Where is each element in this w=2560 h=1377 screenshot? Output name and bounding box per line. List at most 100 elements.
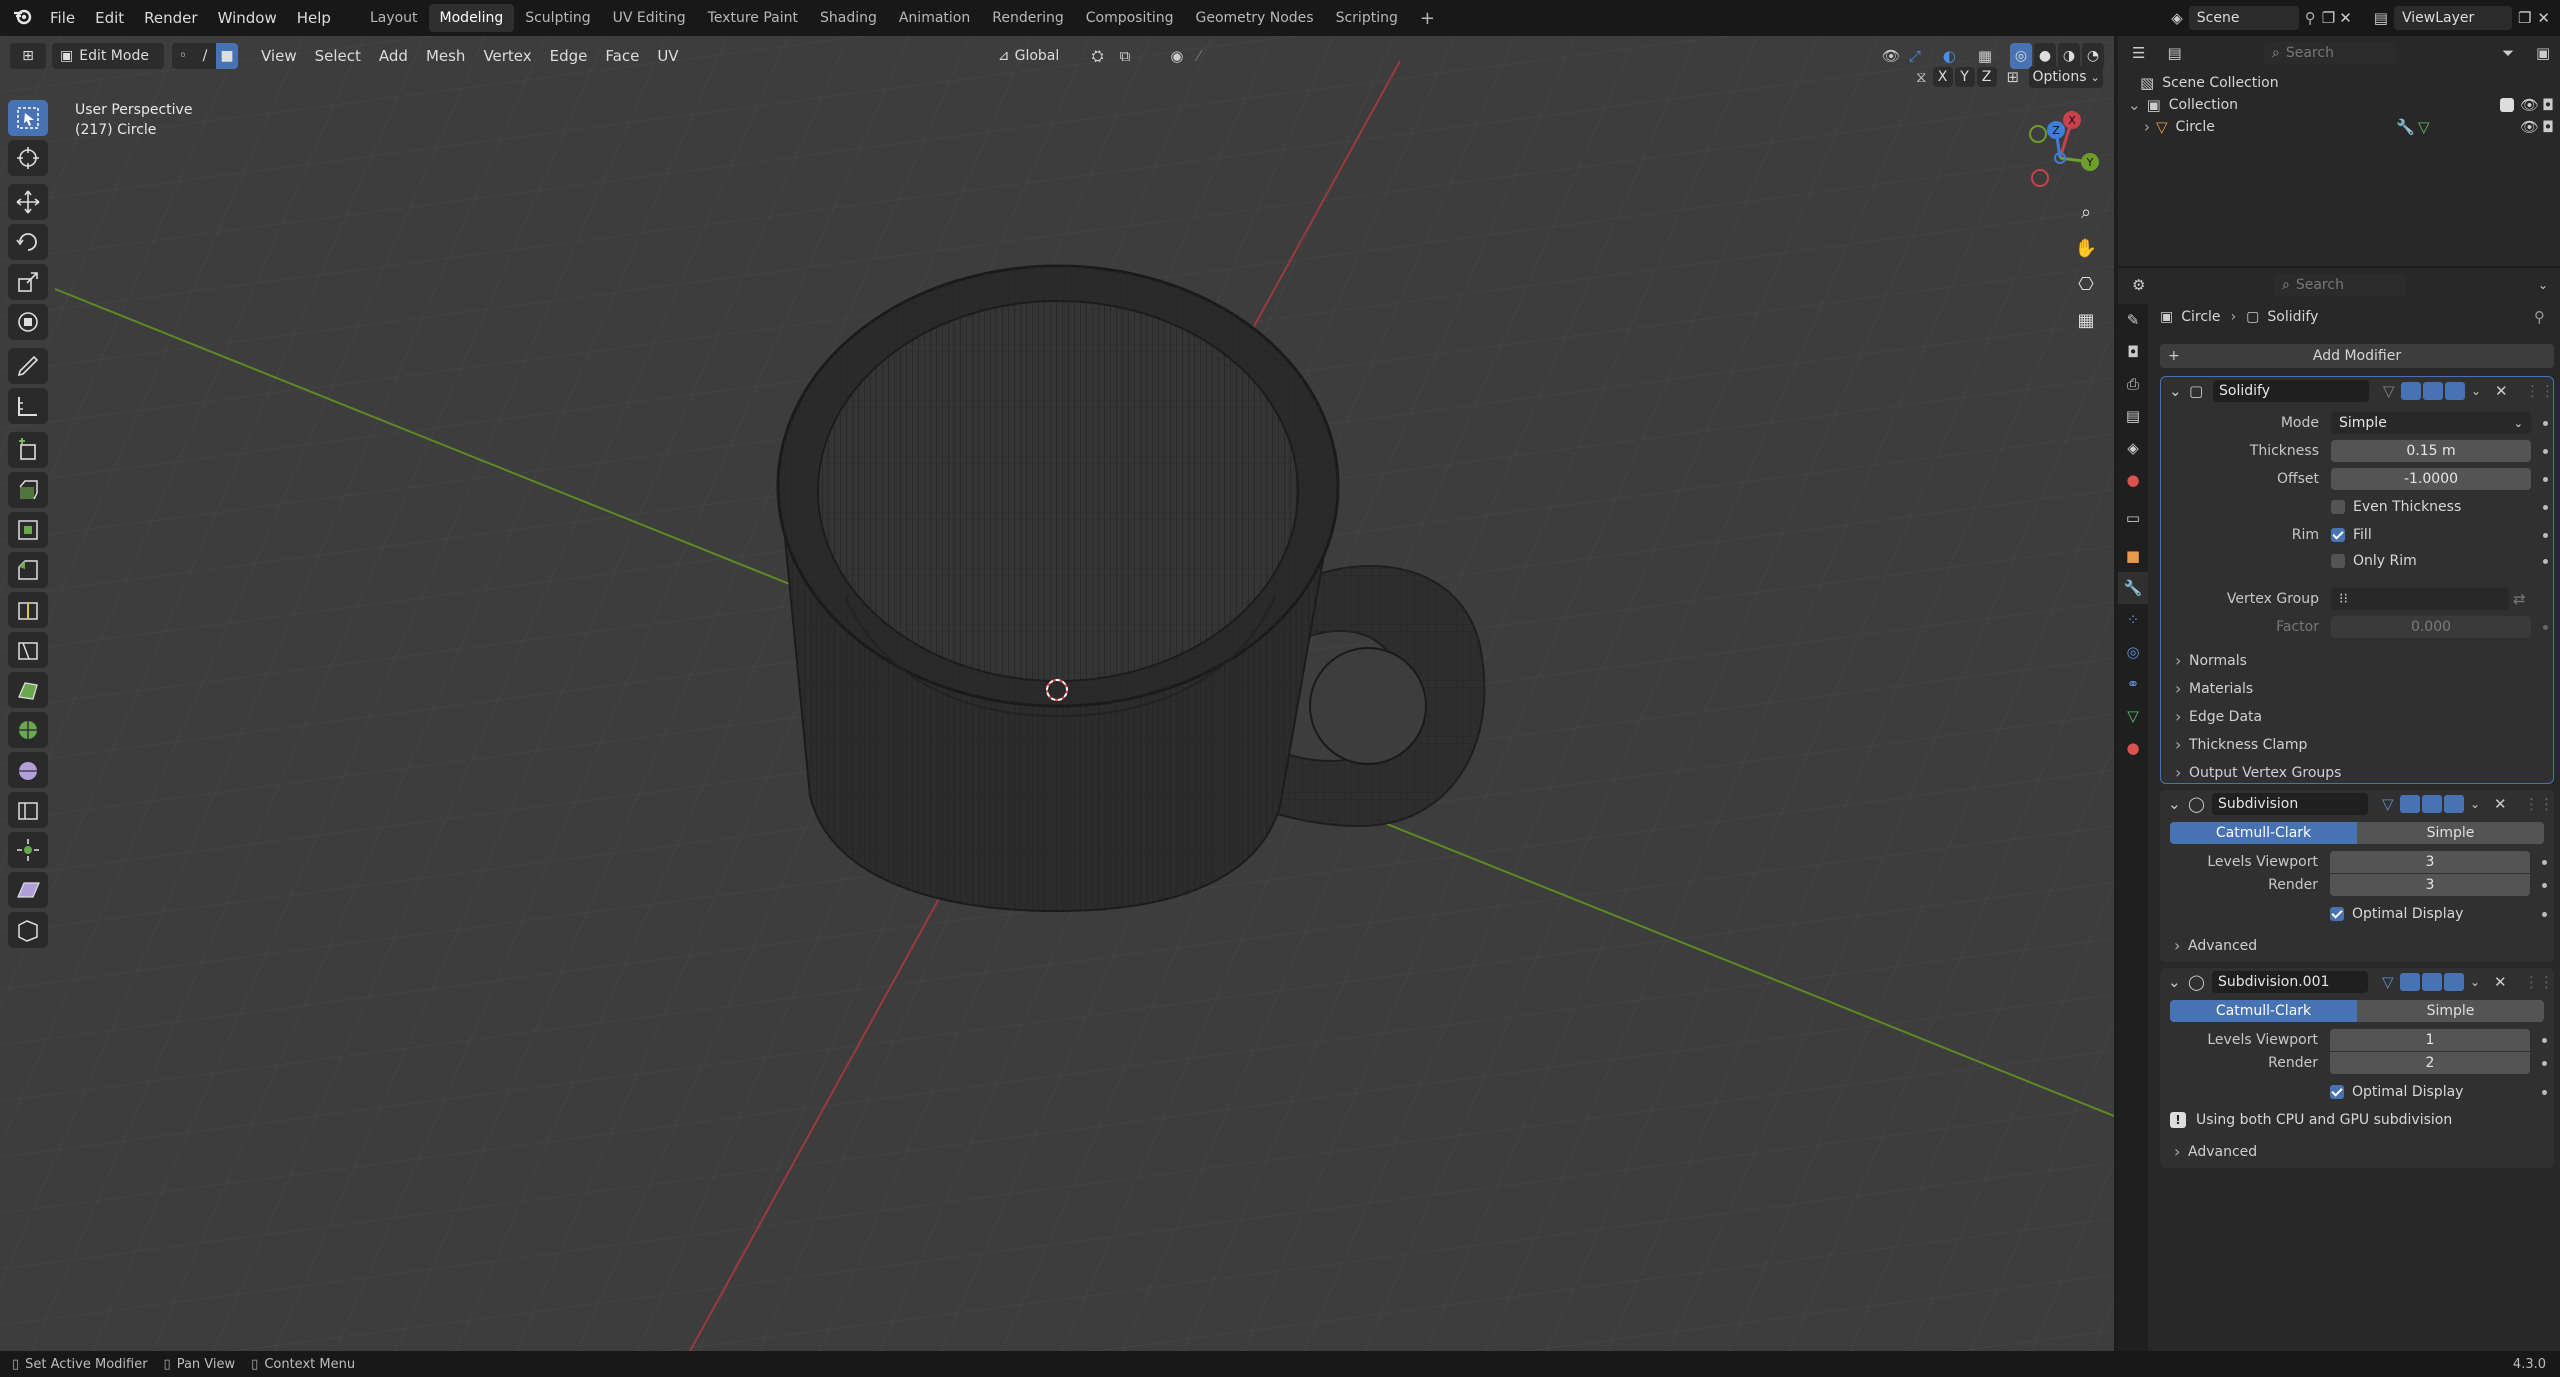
poly-build-tool[interactable]	[8, 672, 48, 708]
tab-modifiers[interactable]: 🔧	[2118, 572, 2148, 604]
display-mode-icon[interactable]: ▤	[2167, 44, 2181, 62]
filter-icon[interactable]: ⏷	[2502, 44, 2514, 62]
properties-search[interactable]: ⌕ Search	[2274, 274, 2406, 296]
menu-mesh[interactable]: Mesh	[417, 47, 475, 65]
delete-viewlayer-icon[interactable]: ✕	[2537, 9, 2550, 27]
new-collection-icon[interactable]: ▣	[2536, 44, 2550, 62]
xray-toggle-icon[interactable]: ▦	[1978, 47, 1992, 65]
pan-view-button[interactable]: ✋	[2068, 230, 2104, 266]
keyframe-dot[interactable]	[2543, 532, 2548, 538]
levels-viewport-field[interactable]: 1	[2330, 1029, 2530, 1051]
keyframe-dot[interactable]	[2542, 1089, 2547, 1095]
snap-icon[interactable]: ⧉	[1120, 47, 1131, 65]
keyframe-dot[interactable]	[2542, 859, 2547, 865]
subpanel-advanced[interactable]: Advanced	[2160, 1140, 2554, 1164]
render-camera-icon[interactable]: ◘	[2542, 118, 2554, 136]
render-camera-icon[interactable]: ◘	[2542, 96, 2554, 114]
inset-faces-tool[interactable]	[8, 512, 48, 548]
factor-field[interactable]: 0.000	[2331, 616, 2531, 638]
outliner-search[interactable]: ⌕ Search	[2264, 42, 2396, 64]
visibility-eye-icon[interactable]: 👁	[2520, 118, 2539, 136]
options-dropdown[interactable]: Options ⌄	[2029, 66, 2104, 88]
select-box-tool[interactable]	[8, 100, 48, 136]
menu-vertex[interactable]: Vertex	[474, 47, 540, 65]
delete-scene-icon[interactable]: ✕	[2339, 9, 2352, 27]
transform-orientation-selector[interactable]: ⊿ Global	[984, 43, 1074, 69]
chevron-down-icon[interactable]: ⌄	[2538, 278, 2548, 292]
add-workspace-button[interactable]: +	[1409, 2, 1446, 35]
tab-object[interactable]: ■	[2118, 540, 2148, 572]
new-viewlayer-icon[interactable]: ❐	[2518, 9, 2531, 27]
outliner-row-collection[interactable]: ⌄ ▣ Collection 👁 ◘	[2128, 94, 2560, 116]
shear-tool[interactable]	[8, 872, 48, 908]
menu-edit[interactable]: Edit	[85, 9, 134, 27]
rim-fill-checkbox[interactable]	[2331, 528, 2345, 542]
tab-sculpting[interactable]: Sculpting	[514, 4, 601, 32]
3d-viewport[interactable]	[0, 36, 2114, 1351]
edge-select-button[interactable]: /	[194, 43, 216, 69]
keyframe-dot[interactable]	[2543, 420, 2548, 426]
menu-add[interactable]: Add	[370, 47, 417, 65]
modifier-name-field[interactable]: Solidify	[2213, 380, 2369, 402]
outliner-row-scene-collection[interactable]: ▧ Scene Collection	[2140, 72, 2279, 94]
chevron-down-icon[interactable]: ⌄	[2471, 384, 2481, 398]
subpanel-edge-data[interactable]: Edge Data	[2161, 705, 2555, 729]
mirror-x-toggle[interactable]: X	[1932, 67, 1953, 87]
navigation-gizmo[interactable]: X Y Z	[2010, 106, 2110, 196]
tab-view-layer[interactable]: ▤	[2118, 400, 2148, 432]
cage-toggle-icon[interactable]	[2401, 382, 2421, 400]
tab-tool[interactable]: ✎	[2118, 304, 2148, 336]
exclude-checkbox[interactable]	[2500, 98, 2514, 112]
subpanel-output-vertex-groups[interactable]: Output Vertex Groups	[2161, 761, 2555, 785]
keyframe-dot[interactable]	[2543, 504, 2548, 510]
keyframe-dot[interactable]	[2542, 911, 2547, 917]
tab-rendering[interactable]: Rendering	[981, 4, 1075, 32]
visibility-icon[interactable]: 👁	[1882, 47, 1901, 65]
face-select-button[interactable]: ■	[216, 43, 238, 69]
collapse-arrow-icon[interactable]: ⌄	[2168, 973, 2181, 991]
tab-output[interactable]: ⎙	[2118, 368, 2148, 400]
render-toggle-icon[interactable]	[2444, 795, 2464, 813]
rotate-tool[interactable]	[8, 224, 48, 260]
tab-layout[interactable]: Layout	[359, 4, 429, 32]
subpanel-advanced[interactable]: Advanced	[2160, 934, 2554, 958]
simple-button[interactable]: Simple	[2357, 822, 2544, 844]
visibility-eye-icon[interactable]: 👁	[2520, 96, 2539, 114]
keyframe-dot[interactable]	[2542, 1060, 2547, 1066]
tab-render[interactable]: ◘	[2118, 336, 2148, 368]
levels-viewport-field[interactable]: 3	[2330, 851, 2530, 873]
tab-compositing[interactable]: Compositing	[1075, 4, 1185, 32]
drag-handle-icon[interactable]: ⋮⋮	[2525, 382, 2555, 400]
edit-mode-toggle-icon[interactable]: ▽	[2383, 382, 2395, 400]
transform-tool[interactable]	[8, 304, 48, 340]
edit-mode-toggle-icon[interactable]: ▽	[2382, 795, 2394, 813]
keyframe-dot[interactable]	[2542, 1037, 2547, 1043]
menu-face[interactable]: Face	[596, 47, 648, 65]
menu-window[interactable]: Window	[208, 9, 287, 27]
chevron-down-icon[interactable]: ⌄	[2470, 975, 2480, 989]
optimal-display-checkbox[interactable]	[2330, 1085, 2344, 1099]
expand-arrow-icon[interactable]: ›	[2144, 118, 2150, 136]
tab-particles[interactable]: ⁘	[2118, 604, 2148, 636]
tab-uv-editing[interactable]: UV Editing	[602, 4, 697, 32]
annotate-tool[interactable]	[8, 348, 48, 384]
mirror-z-toggle[interactable]: Z	[1976, 67, 1997, 87]
drag-handle-icon[interactable]: ⋮⋮	[2524, 973, 2554, 991]
keyframe-dot[interactable]	[2543, 558, 2548, 564]
tab-modeling[interactable]: Modeling	[428, 4, 515, 32]
new-scene-icon[interactable]: ❐	[2322, 9, 2335, 27]
close-icon[interactable]: ✕	[2495, 382, 2508, 400]
bevel-tool[interactable]	[8, 552, 48, 588]
tab-shading[interactable]: Shading	[809, 4, 888, 32]
render-levels-field[interactable]: 3	[2330, 874, 2530, 896]
simple-button[interactable]: Simple	[2357, 1000, 2544, 1022]
zoom-view-button[interactable]: ⌕	[2068, 194, 2104, 230]
keyframe-dot[interactable]	[2543, 476, 2548, 482]
catmull-clark-button[interactable]: Catmull-Clark	[2170, 822, 2357, 844]
editor-type-button[interactable]: ⊞	[10, 43, 46, 69]
render-toggle-icon[interactable]	[2445, 382, 2465, 400]
smooth-tool[interactable]	[8, 752, 48, 788]
cage-toggle-icon[interactable]	[2400, 795, 2420, 813]
offset-field[interactable]: -1.0000	[2331, 468, 2531, 490]
render-levels-field[interactable]: 2	[2330, 1052, 2530, 1074]
